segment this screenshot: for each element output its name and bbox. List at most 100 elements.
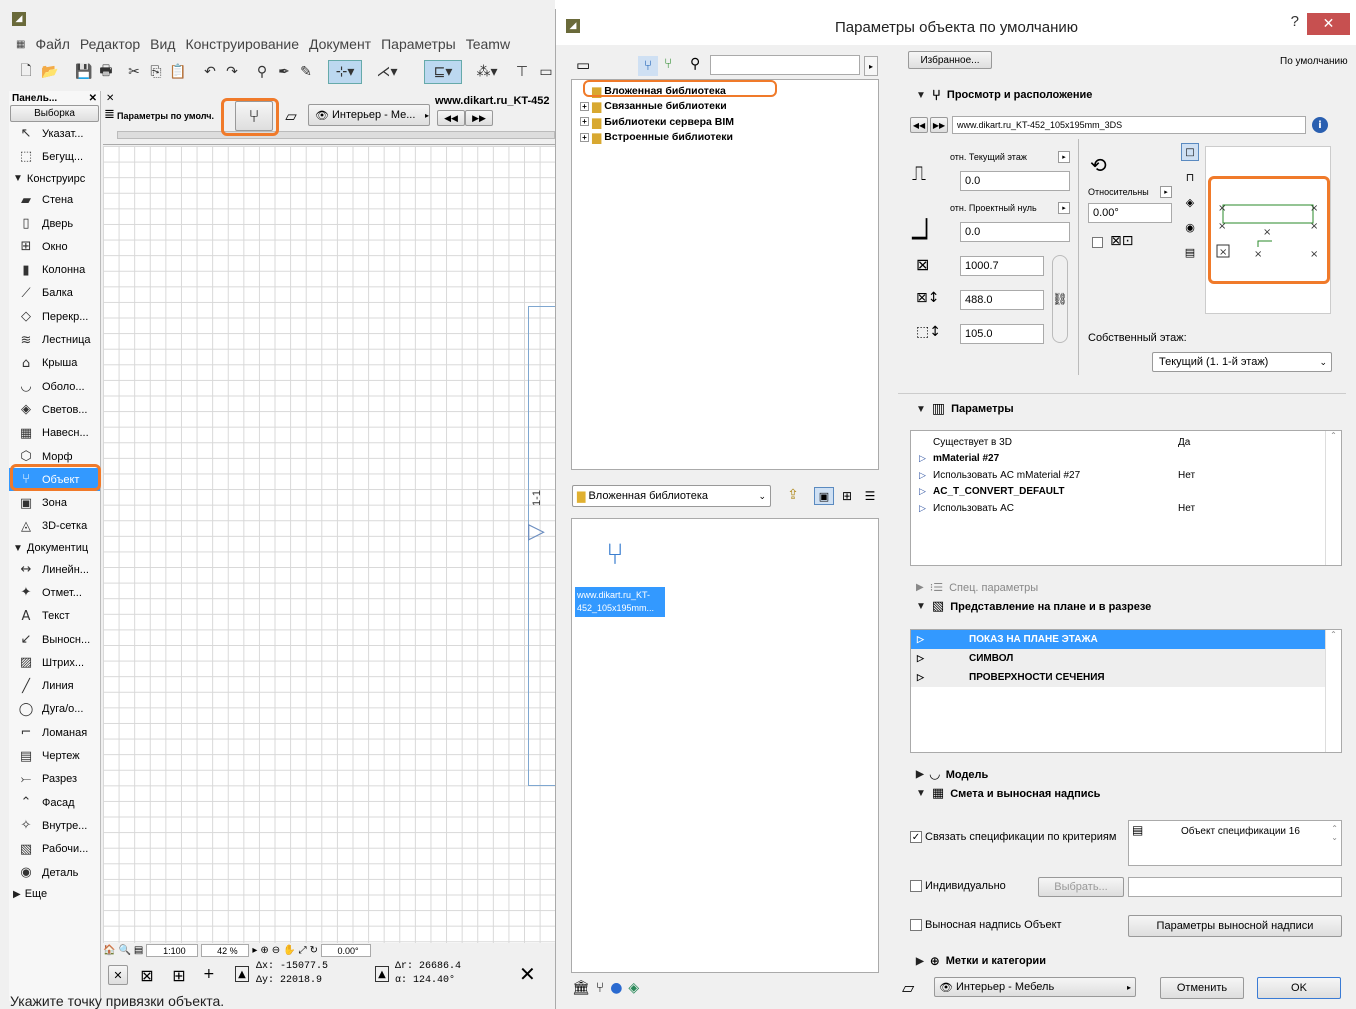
- tool-drawing[interactable]: ▤ Чертеж: [9, 744, 100, 767]
- cancel-icon[interactable]: ✕: [108, 965, 128, 985]
- tool-wall[interactable]: ▰ Стена: [9, 189, 100, 212]
- copy-icon[interactable]: ⎘: [146, 60, 166, 84]
- floor-plan-canvas[interactable]: ▷ 1-1: [103, 146, 555, 943]
- scrollbar[interactable]: ⌃: [1325, 431, 1341, 565]
- zoom-field[interactable]: 42 %: [201, 944, 250, 957]
- globe-icon[interactable]: ●: [610, 980, 622, 996]
- parameter-row[interactable]: ▷ mMaterial #27: [919, 451, 1333, 468]
- scale-field[interactable]: 1:100: [146, 944, 199, 957]
- toolbox-section[interactable]: ▼ Конструирс: [9, 169, 100, 189]
- add-object-icon[interactable]: ⑂: [596, 980, 604, 996]
- menu-item[interactable]: Редактор: [76, 36, 144, 52]
- label-params-button[interactable]: Параметры выносной надписи: [1128, 915, 1342, 937]
- menu-item[interactable]: Параметры: [377, 36, 460, 52]
- label-object-checkbox[interactable]: [910, 919, 922, 931]
- parameter-value[interactable]: Нет: [1178, 503, 1195, 514]
- tool-level-dimension[interactable]: ✦ Отмет...: [9, 581, 100, 604]
- bimcomponents-icon[interactable]: ◈: [628, 980, 639, 996]
- list-view-icon[interactable]: ☰: [860, 487, 880, 505]
- tool-marquee[interactable]: ⬚ Бегущ...: [9, 145, 100, 168]
- tool-interior-elevation[interactable]: ✧ Внутре...: [9, 814, 100, 837]
- plan-representation-list[interactable]: ▷ ПОКАЗ НА ПЛАНЕ ЭТАЖА ▷ СИМВОЛ ▷ ПРОВЕРХНОСТ…: [910, 629, 1342, 753]
- zoom-icon[interactable]: 🔍: [118, 945, 130, 956]
- next-object-button[interactable]: ▶▶: [465, 110, 493, 126]
- save-icon[interactable]: 💾: [74, 60, 94, 84]
- section-header-model[interactable]: ▶ ◡ Модель: [916, 767, 988, 782]
- search-input[interactable]: [710, 55, 860, 75]
- layers-icon[interactable]: ▤: [134, 945, 143, 956]
- menu-item[interactable]: Вид: [146, 36, 179, 52]
- tool-beam[interactable]: ⟋ Балка: [9, 282, 100, 305]
- tool-text[interactable]: A Текст: [9, 605, 100, 628]
- plan-row[interactable]: ▷ СИМВОЛ: [911, 649, 1325, 668]
- selection-tab[interactable]: Выборка: [10, 105, 99, 122]
- paste-icon[interactable]: 📋: [168, 60, 188, 84]
- new-file-icon[interactable]: 🗋: [16, 60, 36, 84]
- info-box-menu-icon[interactable]: ≣: [104, 107, 115, 122]
- cursor-x-icon[interactable]: ✕: [519, 962, 536, 986]
- snap-guides-icon[interactable]: ⊹▾: [328, 60, 362, 84]
- section-header-plan[interactable]: ▼ ▧ Представление на плане и в разрезе: [916, 599, 1151, 614]
- parameter-row[interactable]: Существует в 3D Да: [919, 434, 1333, 451]
- pan-icon[interactable]: ✋: [283, 945, 295, 956]
- tool-mesh[interactable]: ◬ 3D-сетка: [9, 515, 100, 538]
- tool-line[interactable]: ╱ Линия: [9, 675, 100, 698]
- parameter-value[interactable]: Да: [1178, 437, 1190, 448]
- grid-icon[interactable]: ⊞: [167, 964, 191, 986]
- choose-button[interactable]: Выбрать...: [1038, 877, 1124, 897]
- tool-dimension[interactable]: ↔ Линейн...: [9, 558, 100, 581]
- library-tree[interactable]: ▆ Вложенная библиотека + ▆ Связанные библиот…: [571, 79, 879, 470]
- expand-icon[interactable]: +: [580, 101, 589, 111]
- parameter-row[interactable]: ▷ AC_T_CONVERT_DEFAULT: [919, 484, 1333, 501]
- chain-lock-icon[interactable]: ⛓: [1052, 255, 1068, 343]
- dropdown-arrow-icon[interactable]: ▸: [1058, 151, 1070, 163]
- elevation-story-field[interactable]: 0.0: [960, 171, 1070, 191]
- link-specs-checkbox[interactable]: ✓: [910, 831, 922, 843]
- library-preview-pane[interactable]: ⑂ www.dikart.ru_KT-452_105x195mm...: [571, 518, 879, 973]
- menu-item[interactable]: Teamw: [462, 36, 514, 52]
- object-filter-icon[interactable]: ⑂: [638, 56, 658, 76]
- elevation-view-icon[interactable]: ▤: [1181, 243, 1199, 261]
- mirror-checkbox[interactable]: [1092, 237, 1103, 248]
- angle-field[interactable]: 0.00°: [1088, 203, 1172, 223]
- tool-arc[interactable]: ◯ Дуга/о...: [9, 698, 100, 721]
- menu-item[interactable]: Документ: [305, 36, 375, 52]
- placed-filter-icon[interactable]: ⑂: [664, 56, 672, 72]
- individual-field[interactable]: [1128, 877, 1342, 897]
- depth-field[interactable]: 488.0: [960, 290, 1044, 310]
- tool-window[interactable]: ⊞ Окно: [9, 235, 100, 258]
- parameter-value[interactable]: Нет: [1178, 470, 1195, 481]
- close-icon[interactable]: ✕: [89, 93, 97, 104]
- tool-polyline[interactable]: ⌐ Ломаная: [9, 721, 100, 744]
- 3d-view-icon[interactable]: ◉: [1181, 218, 1199, 236]
- menu-window-icon[interactable]: ▦: [12, 39, 29, 50]
- tool-zone[interactable]: ▣ Зона: [9, 491, 100, 514]
- info-icon[interactable]: i: [1312, 117, 1328, 133]
- dropdown-arrow-icon[interactable]: ▸: [1160, 186, 1172, 198]
- suspend-groups-icon[interactable]: ⊑▾: [424, 60, 462, 84]
- zoom-out-icon[interactable]: ⊖: [272, 945, 280, 956]
- library-tree-item[interactable]: + ▆ Встроенные библиотеки: [580, 130, 878, 146]
- axon-view-icon[interactable]: ◈: [1181, 193, 1199, 211]
- print-icon[interactable]: 🖶: [96, 60, 116, 84]
- gravity-icon[interactable]: ⋌▾: [372, 60, 402, 84]
- dropdown-arrow-icon[interactable]: ▸: [1058, 202, 1070, 214]
- tool-shell[interactable]: ◡ Оболо...: [9, 375, 100, 398]
- rotate-icon[interactable]: ↻: [310, 945, 318, 956]
- plan-row[interactable]: ▷ ПОКАЗ НА ПЛАНЕ ЭТАЖА: [911, 630, 1325, 649]
- side-view-icon[interactable]: ⊓: [1181, 168, 1199, 186]
- play-icon[interactable]: ▸: [252, 945, 257, 956]
- plan-row[interactable]: ▷ ПРОВЕРХНОСТИ СЕЧЕНИЯ: [911, 668, 1325, 687]
- tool-label[interactable]: ↙ Выносн...: [9, 628, 100, 651]
- folder-selector[interactable]: ▇ Вложенная библиотека ⌄: [572, 485, 771, 507]
- tool-curtain-wall[interactable]: ▦ Навесн...: [9, 422, 100, 445]
- tool-elevation[interactable]: ⌃ Фасад: [9, 791, 100, 814]
- individual-checkbox[interactable]: [910, 880, 922, 892]
- toolbox-section[interactable]: ▼ Документиц: [9, 538, 100, 558]
- undo-icon[interactable]: ↶: [200, 60, 220, 84]
- ok-button[interactable]: OK: [1257, 977, 1341, 999]
- plan-view-icon[interactable]: □: [1181, 143, 1199, 161]
- small-icons-view-icon[interactable]: ⊞: [837, 487, 857, 505]
- next-object-button[interactable]: ▶▶: [930, 117, 948, 133]
- tool-stair[interactable]: ≋ Лестница: [9, 328, 100, 351]
